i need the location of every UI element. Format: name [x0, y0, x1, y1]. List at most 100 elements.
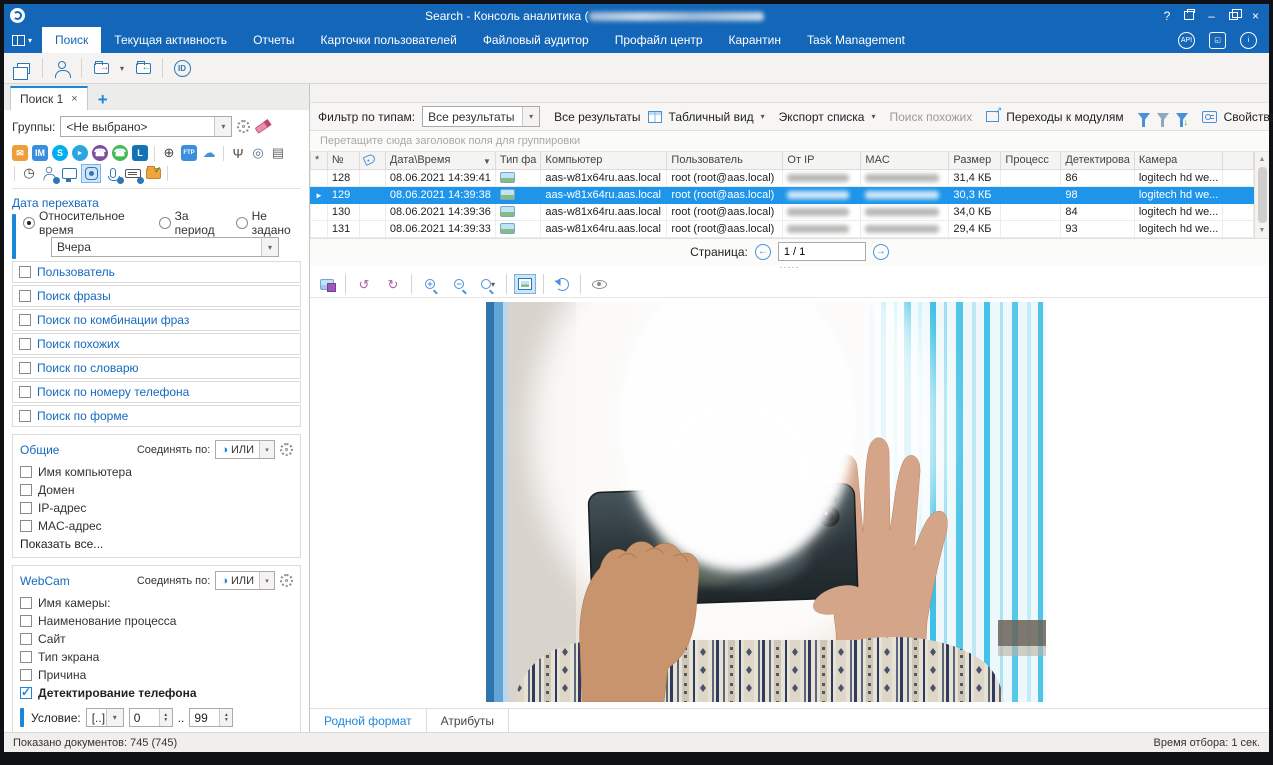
criterion-similar[interactable]: Поиск похожих: [12, 333, 301, 355]
checkbox-icon[interactable]: [19, 410, 31, 422]
header-mac[interactable]: MAC: [861, 152, 949, 169]
chevron-down-icon[interactable]: ▾: [259, 441, 274, 458]
telegram-icon[interactable]: ►: [72, 145, 88, 161]
scroll-down-icon[interactable]: ▼: [1259, 224, 1266, 238]
filter-by-type-select[interactable]: Все результаты ▾: [422, 106, 540, 127]
menu-tab-search[interactable]: Поиск: [42, 27, 101, 53]
chevron-down-icon[interactable]: ▾: [522, 107, 539, 126]
table-view-caret[interactable]: ▾: [761, 112, 765, 121]
menu-tab-user-cards[interactable]: Карточки пользователей: [308, 27, 470, 53]
criterion-phrase-combination[interactable]: Поиск по комбинации фраз: [12, 309, 301, 331]
preview-button[interactable]: [588, 274, 610, 294]
table-scrollbar[interactable]: ▲ ▼: [1254, 152, 1269, 238]
http-icon[interactable]: ⊕: [161, 145, 177, 161]
common-ip-address[interactable]: IP-адрес: [20, 499, 293, 517]
table-row-selected[interactable]: ► 129 08.06.2021 14:39:38 aas-w81x64ru.a…: [311, 186, 1254, 203]
spinner-arrows-icon[interactable]: ▲▼: [219, 709, 232, 726]
close-tab-icon[interactable]: ×: [71, 93, 77, 105]
minimize-button[interactable]: –: [1208, 10, 1215, 22]
menu-tab-current-activity[interactable]: Текущая активность: [101, 27, 240, 53]
table-view-button[interactable]: Табличный вид: [669, 110, 754, 124]
viber-icon[interactable]: ☎: [92, 145, 108, 161]
common-computer-name[interactable]: Имя компьютера: [20, 463, 293, 481]
add-search-tab-button[interactable]: +: [92, 90, 114, 110]
export-query-caret[interactable]: ▾: [120, 64, 124, 73]
checkbox-icon[interactable]: [20, 484, 32, 496]
user-properties-button[interactable]: Свойства пользо...: [1224, 110, 1273, 124]
id-search-button[interactable]: ID: [169, 56, 195, 80]
checkbox-icon[interactable]: [19, 290, 31, 302]
chevron-down-icon[interactable]: ▾: [259, 572, 274, 589]
checkbox-icon[interactable]: [19, 362, 31, 374]
checkbox-icon[interactable]: [19, 314, 31, 326]
whatsapp-icon[interactable]: ☎: [112, 145, 128, 161]
splitter-handle[interactable]: ·····: [310, 265, 1269, 272]
mail-icon[interactable]: ✉: [12, 145, 28, 161]
chevron-down-icon[interactable]: ▾: [214, 117, 231, 136]
table-row[interactable]: 128 08.06.2021 14:39:41 aas-w81x64ru.aas…: [311, 169, 1254, 186]
info-icon[interactable]: i: [1240, 32, 1257, 49]
close-button[interactable]: ×: [1252, 10, 1259, 22]
webcam-process-name[interactable]: Наименование процесса: [20, 612, 293, 630]
header-process[interactable]: Процесс: [1001, 152, 1061, 169]
checkbox-icon[interactable]: [19, 338, 31, 350]
checkbox-icon[interactable]: [20, 502, 32, 514]
page-input[interactable]: [778, 242, 866, 261]
table-row[interactable]: 130 08.06.2021 14:39:36 aas-w81x64ru.aas…: [311, 203, 1254, 220]
rotate-right-button[interactable]: ↻: [382, 274, 404, 294]
app-menu-button[interactable]: ▾: [4, 27, 42, 53]
webcam-site[interactable]: Сайт: [20, 630, 293, 648]
webcam-reason[interactable]: Причина: [20, 666, 293, 684]
checkbox-icon[interactable]: [19, 386, 31, 398]
search-tab[interactable]: Поиск 1 ×: [10, 86, 88, 110]
export-list-button[interactable]: Экспорт списка: [779, 110, 865, 124]
usb-icon[interactable]: Ψ: [230, 145, 246, 161]
keylogger-icon[interactable]: [125, 165, 141, 181]
page-next-button[interactable]: →: [873, 244, 889, 260]
webcam-channel-selected[interactable]: [81, 164, 101, 183]
zoom-in-button[interactable]: +: [419, 274, 441, 294]
webcam-camera-name[interactable]: Имя камеры:: [20, 594, 293, 612]
menu-tab-file-auditor[interactable]: Файловый аудитор: [470, 27, 602, 53]
chevron-down-icon[interactable]: ▾: [106, 709, 123, 726]
lync-icon[interactable]: L: [132, 145, 148, 161]
checkbox-icon[interactable]: [20, 466, 32, 478]
tab-native-format[interactable]: Родной формат: [310, 709, 427, 732]
chevron-down-icon[interactable]: ▾: [261, 238, 278, 256]
refresh-button[interactable]: [551, 274, 573, 294]
header-datetime[interactable]: Дата\Время▼: [385, 152, 495, 169]
checkbox-icon[interactable]: [20, 597, 32, 609]
import-query-button[interactable]: [130, 56, 156, 80]
checkbox-icon[interactable]: [20, 633, 32, 645]
webcam-settings-icon[interactable]: [280, 574, 293, 587]
checkbox-icon[interactable]: [20, 669, 32, 681]
header-camera[interactable]: Камера: [1134, 152, 1223, 169]
new-window-button[interactable]: [10, 56, 36, 80]
relative-time-select[interactable]: Вчера ▾: [51, 237, 279, 257]
scroll-up-icon[interactable]: ▲: [1259, 152, 1266, 166]
menu-tab-quarantine[interactable]: Карантин: [716, 27, 794, 53]
export-query-button[interactable]: [88, 56, 114, 80]
radio-relative-time[interactable]: Относительное время: [23, 209, 147, 237]
header-tag[interactable]: [359, 152, 385, 169]
pin-window-button[interactable]: [1184, 11, 1194, 20]
filter-funnel-apply-icon[interactable]: [1176, 113, 1188, 121]
spinner-arrows-icon[interactable]: ▲▼: [159, 709, 172, 726]
export-list-caret[interactable]: ▾: [871, 112, 875, 121]
restore-button[interactable]: [1229, 12, 1238, 20]
join-select[interactable]: ◑ИЛИ ▾: [215, 440, 275, 459]
checkbox-icon[interactable]: [20, 615, 32, 627]
header-user[interactable]: Пользователь: [667, 152, 783, 169]
webcam-screen-type[interactable]: Тип экрана: [20, 648, 293, 666]
condition-operator-select[interactable]: [..] ▾: [86, 708, 124, 727]
help-button[interactable]: ?: [1164, 10, 1171, 22]
device-search-icon[interactable]: ◎: [250, 145, 266, 161]
common-domain[interactable]: Домен: [20, 481, 293, 499]
fit-to-window-button[interactable]: [514, 274, 536, 294]
condition-to-spinner[interactable]: 99 ▲▼: [189, 708, 233, 727]
rotate-left-button[interactable]: ↺: [353, 274, 375, 294]
header-from-ip[interactable]: От IP: [783, 152, 861, 169]
groups-settings-icon[interactable]: [237, 120, 250, 133]
files-folder-icon[interactable]: [145, 165, 161, 181]
header-gutter[interactable]: *: [311, 152, 328, 169]
